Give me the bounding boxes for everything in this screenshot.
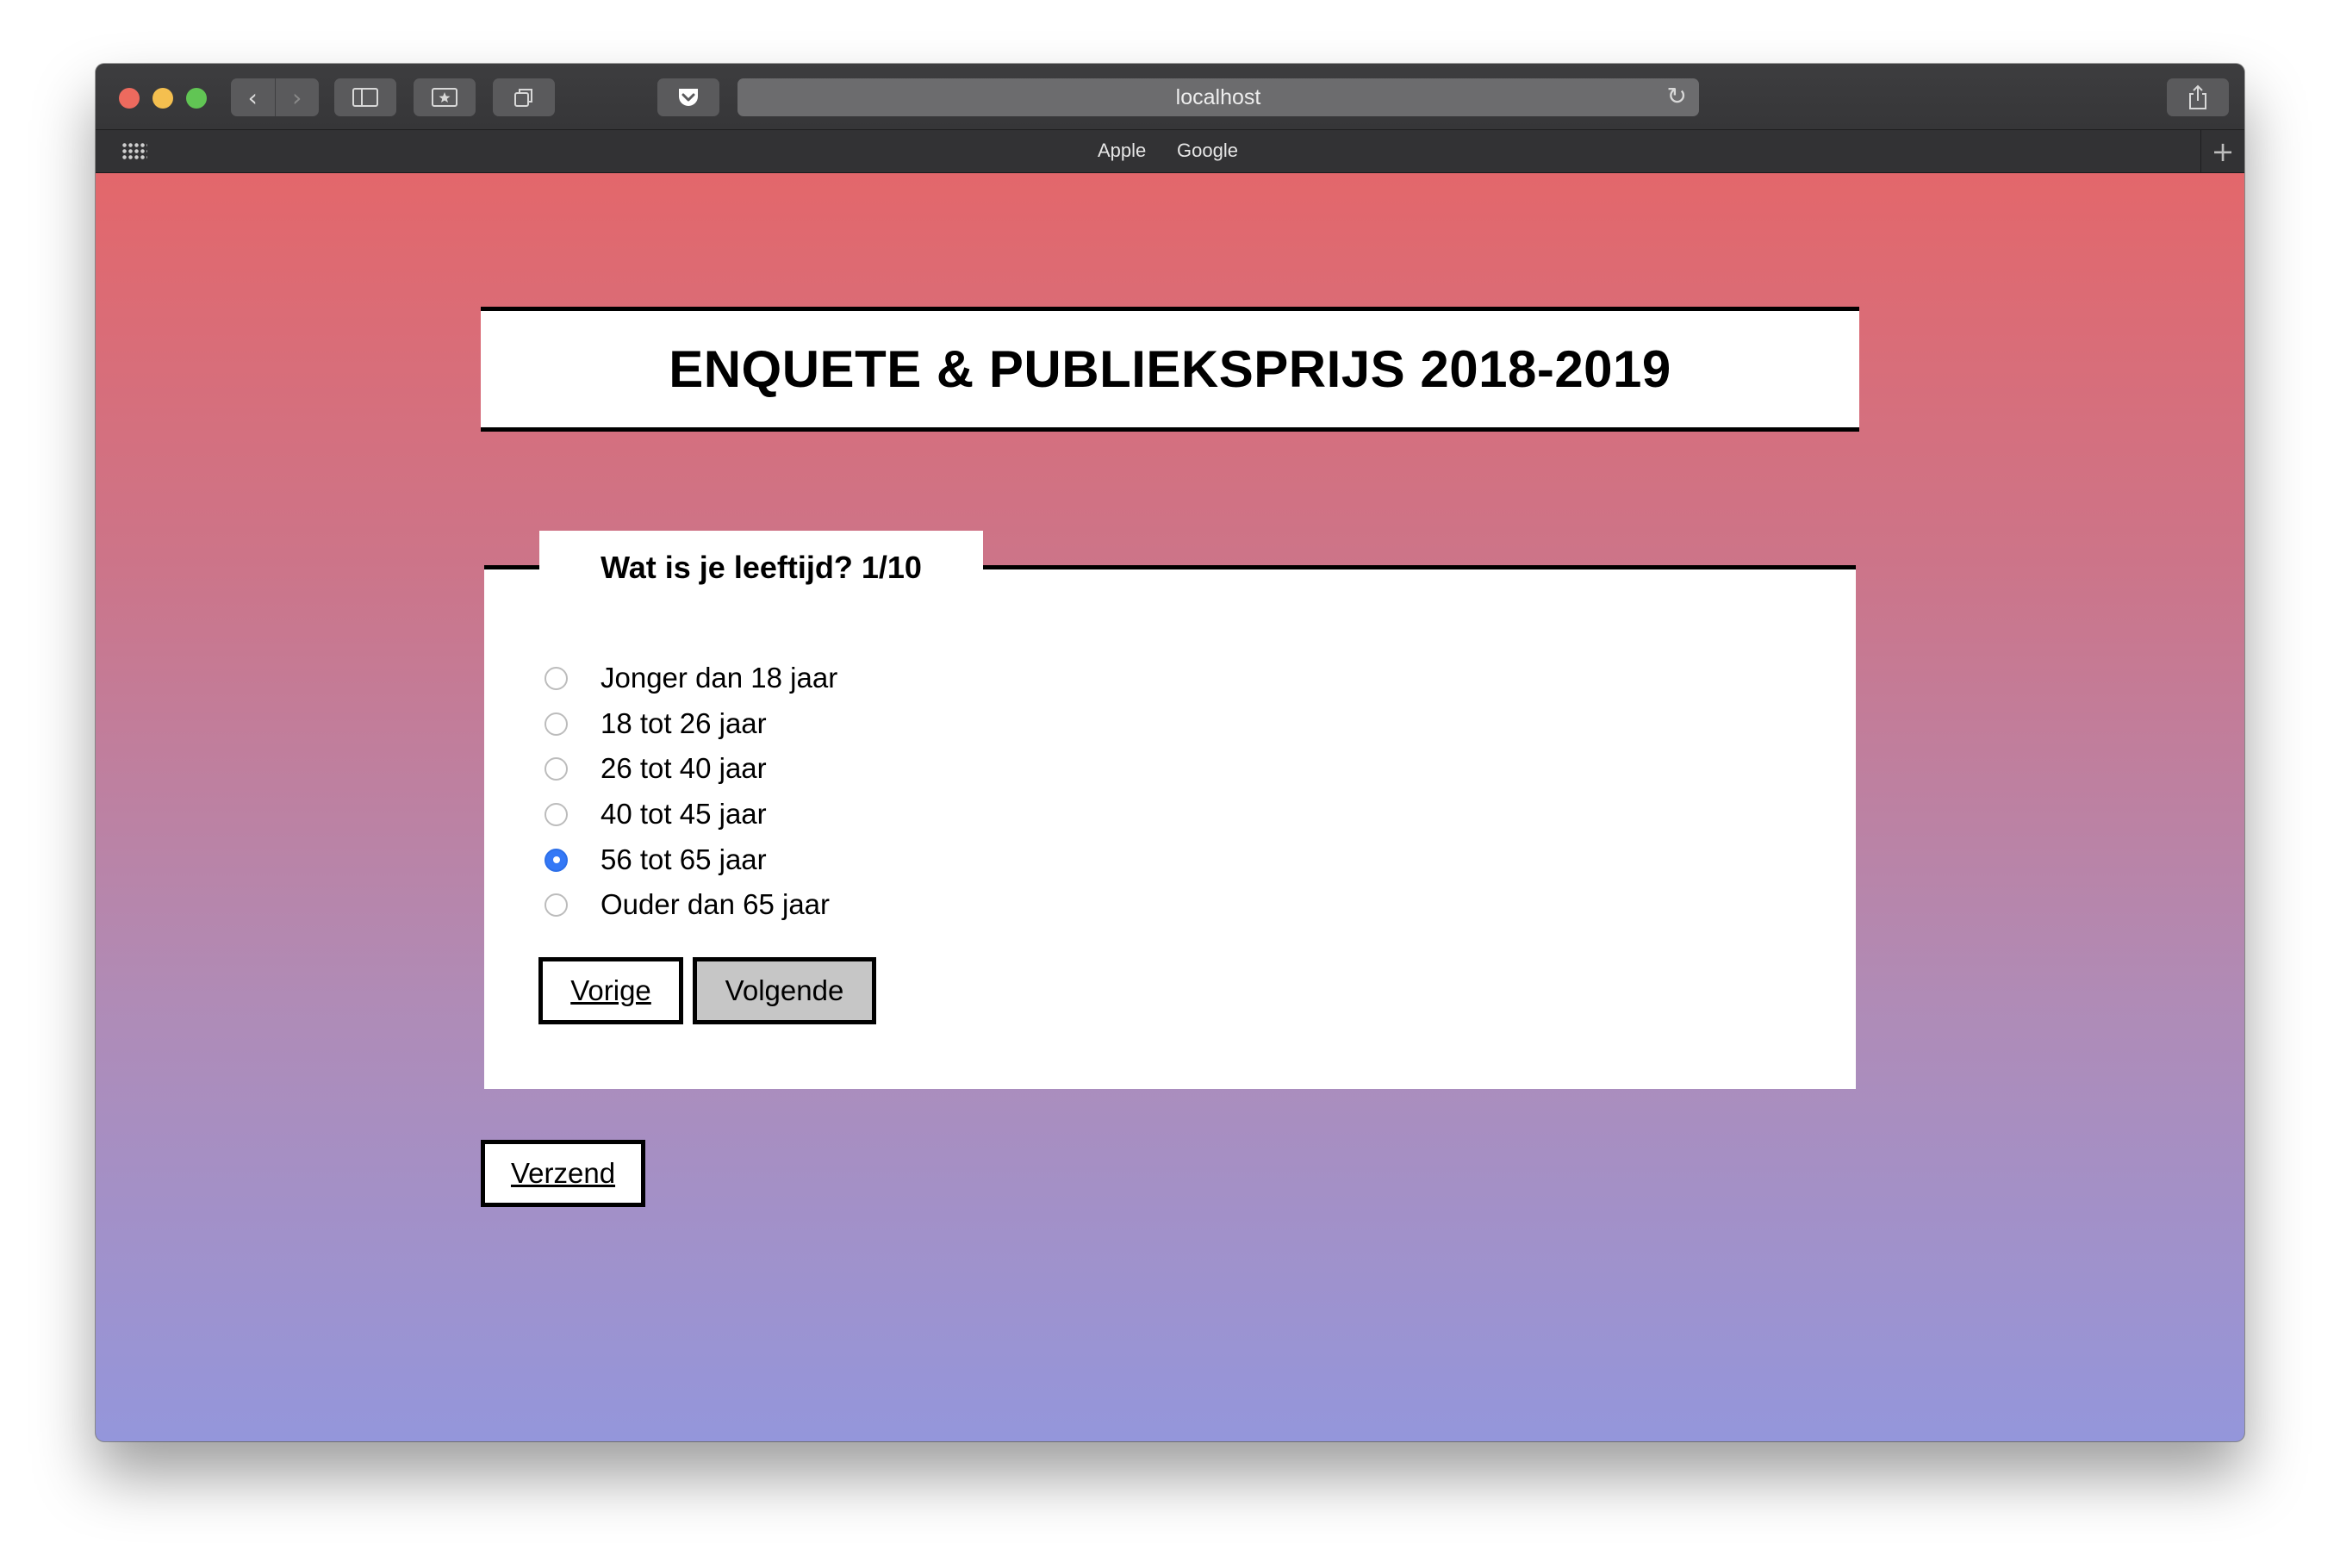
radio-button[interactable] [545, 893, 568, 917]
page-header: ENQUETE & PUBLIEKSPRIJS 2018-2019 [481, 307, 1859, 432]
tab-overview-button[interactable] [493, 78, 555, 116]
option-label: 40 tot 45 jaar [601, 798, 767, 830]
close-window-button[interactable] [119, 88, 140, 109]
address-bar[interactable]: localhost ↻ [737, 78, 1699, 116]
question-title: Wat is je leeftijd? 1/10 [539, 531, 983, 604]
zoom-window-button[interactable] [186, 88, 207, 109]
next-button-label: Volgende [725, 974, 844, 1006]
page-title: ENQUETE & PUBLIEKSPRIJS 2018-2019 [669, 340, 1671, 398]
radio-button-checked[interactable] [545, 848, 568, 872]
sidebar-toggle-button[interactable] [334, 78, 396, 116]
option-label: 18 tot 26 jaar [601, 707, 767, 739]
radio-button[interactable] [545, 712, 568, 736]
favorites-bar: Apple Google + [96, 130, 2244, 173]
tabs-icon [514, 89, 532, 107]
previous-button[interactable]: Vorige [538, 957, 683, 1024]
url-text: localhost [1175, 84, 1261, 109]
option-40-tot-45[interactable]: 40 tot 45 jaar [545, 795, 767, 833]
favorite-google[interactable]: Google [1177, 140, 1238, 162]
option-label: Jonger dan 18 jaar [601, 662, 838, 694]
option-56-tot-65[interactable]: 56 tot 65 jaar [545, 841, 767, 879]
browser-toolbar: ‹ › localhost ↻ [96, 64, 2244, 130]
sidebar-icon [352, 88, 378, 107]
submit-button[interactable]: Verzend [481, 1140, 645, 1207]
chevron-left-icon[interactable]: ‹ [231, 78, 275, 116]
minimize-window-button[interactable] [152, 88, 173, 109]
pocket-button[interactable] [657, 78, 719, 116]
option-jonger-dan-18[interactable]: Jonger dan 18 jaar [545, 659, 837, 697]
share-button[interactable] [2167, 78, 2229, 116]
history-nav: ‹ › [231, 78, 319, 116]
submit-button-label: Verzend [510, 1157, 616, 1189]
previous-button-label: Vorige [570, 974, 651, 1006]
pocket-icon [679, 89, 698, 106]
reload-icon[interactable]: ↻ [1667, 82, 1687, 110]
next-button[interactable]: Volgende [693, 957, 876, 1024]
grid-icon[interactable] [121, 142, 147, 159]
plus-icon[interactable]: + [2200, 130, 2244, 172]
radio-button[interactable] [545, 802, 568, 826]
browser-window: ‹ › localhost ↻ Apple Google + ENQUETE &… [96, 64, 2244, 1441]
star-icon [432, 88, 457, 107]
page-viewport: ENQUETE & PUBLIEKSPRIJS 2018-2019 Wat is… [96, 173, 2244, 1441]
radio-button[interactable] [545, 756, 568, 781]
option-26-tot-40[interactable]: 26 tot 40 jaar [545, 750, 767, 787]
favorite-apple[interactable]: Apple [1098, 140, 1146, 162]
option-18-tot-26[interactable]: 18 tot 26 jaar [545, 705, 767, 743]
share-icon [2189, 84, 2206, 109]
radio-button[interactable] [545, 666, 568, 690]
option-label: 26 tot 40 jaar [601, 752, 767, 784]
option-ouder-dan-65[interactable]: Ouder dan 65 jaar [545, 886, 830, 924]
bookmarks-button[interactable] [414, 78, 476, 116]
option-label: 56 tot 65 jaar [601, 843, 767, 875]
chevron-right-icon[interactable]: › [274, 78, 320, 116]
option-label: Ouder dan 65 jaar [601, 888, 831, 920]
